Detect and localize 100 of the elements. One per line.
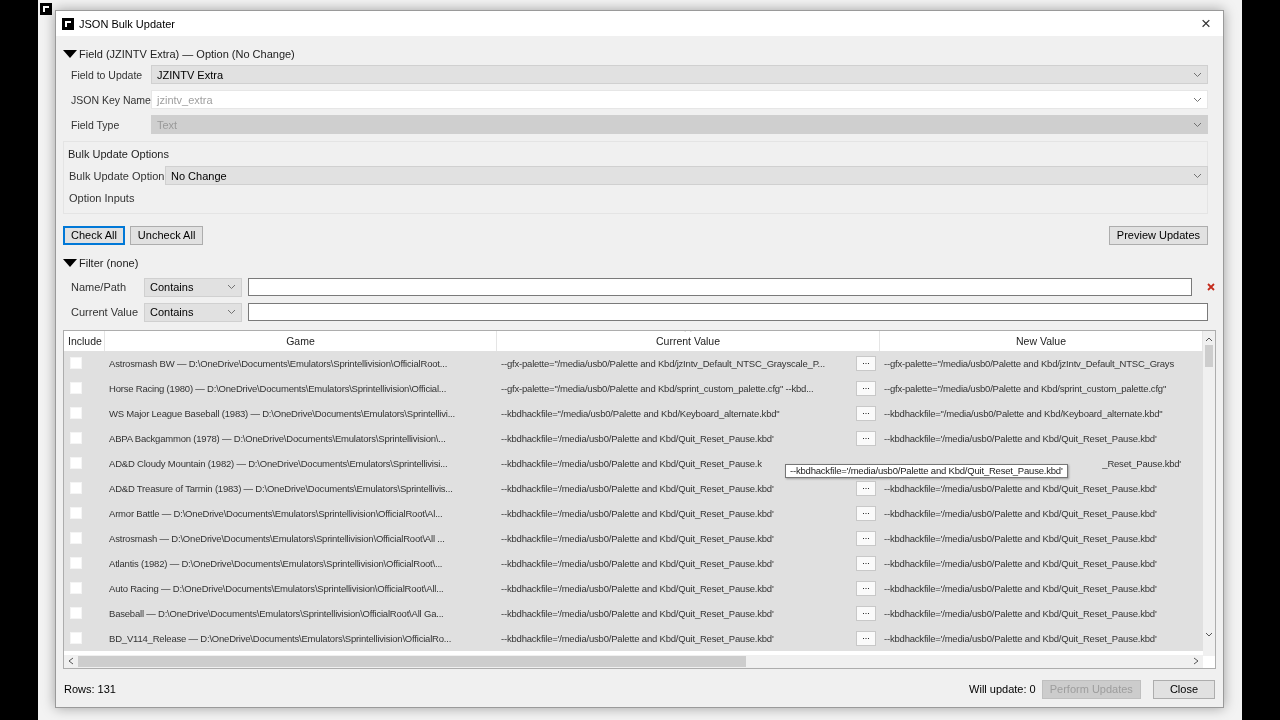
chevron-down-icon bbox=[1193, 121, 1202, 128]
game-cell: Astrosmash — D:\OneDrive\Documents\Emulators\Sprintellivision\OfficialRoot\All ... bbox=[109, 531, 445, 545]
edit-button[interactable]: ... bbox=[856, 405, 876, 421]
new-value-cell: --kbdhackfile='/media/usb0/Palette and Kbd/Quit_Reset_Pause.kbd' bbox=[884, 506, 1157, 520]
update-count: Will update: 0 bbox=[969, 683, 1036, 695]
include-checkbox[interactable] bbox=[70, 632, 82, 644]
new-value-cell: --gfx-palette="/media/usb0/Palette and Kbd/sprint_custom_palette.cfg" bbox=[884, 381, 1167, 395]
edit-button[interactable]: ... bbox=[856, 630, 876, 646]
field-label: Bulk Update Option bbox=[69, 169, 165, 182]
edit-button[interactable]: ... bbox=[856, 355, 876, 371]
edit-button[interactable]: ... bbox=[856, 505, 876, 521]
table-row[interactable] bbox=[64, 350, 1203, 376]
scroll-up-icon[interactable] bbox=[1205, 335, 1213, 342]
field-label: Field to Update bbox=[71, 68, 144, 81]
expanded-triangle-icon bbox=[63, 258, 77, 267]
include-checkbox[interactable] bbox=[70, 382, 82, 394]
current-value-cell: --kbdhackfile='/media/usb0/Palette and Kbd/Quit_Reset_Pause.kbd' bbox=[501, 481, 774, 495]
include-checkbox[interactable] bbox=[70, 457, 82, 469]
new-value-cell: --kbdhackfile='/media/usb0/Palette and Kbd/Quit_Reset_Pause.kbd' bbox=[884, 481, 1157, 495]
current-value-cell: --kbdhackfile='/media/usb0/Palette and Kbd/Quit_Reset_Pause.kbd' bbox=[501, 506, 774, 520]
clear-icon[interactable] bbox=[1207, 283, 1215, 291]
include-checkbox[interactable] bbox=[70, 482, 82, 494]
include-checkbox[interactable] bbox=[70, 582, 82, 594]
field-label: Option Inputs bbox=[69, 192, 135, 204]
edit-button[interactable]: ... bbox=[856, 380, 876, 396]
check-all-button[interactable]: Check All bbox=[63, 225, 125, 245]
scroll-down-icon[interactable] bbox=[1205, 631, 1213, 638]
dropdown[interactable]: JZINTV Extra bbox=[151, 65, 1208, 84]
new-value-cell: _Reset_Pause.kbd' bbox=[1102, 456, 1181, 470]
dropdown[interactable]: Contains bbox=[144, 302, 242, 322]
chevron-down-icon bbox=[1193, 71, 1202, 78]
new-value-cell: --kbdhackfile="/media/usb0/Palette and Kbd/Keyboard_alternate.kbd" bbox=[884, 406, 1163, 420]
filter-input[interactable] bbox=[248, 303, 1208, 321]
dropdown[interactable]: No Change bbox=[165, 166, 1208, 185]
current-value-cell: --gfx-palette="/media/usb0/Palette and Kbd/sprint_custom_palette.cfg" --kbd... bbox=[501, 381, 814, 395]
edit-button[interactable]: ... bbox=[856, 430, 876, 446]
section-header[interactable]: Filter (none) bbox=[63, 254, 1216, 271]
edit-button[interactable]: ... bbox=[856, 530, 876, 546]
edit-button[interactable]: ... bbox=[856, 605, 876, 621]
current-value-cell: --kbdhackfile='/media/usb0/Palette and Kbd/Quit_Reset_Pause.kbd' bbox=[501, 581, 774, 595]
filter-label: Current Value bbox=[71, 306, 138, 318]
new-value-cell: --gfx-palette="/media/usb0/Palette and Kbd/jzIntv_Default_NTSC_Grays bbox=[884, 356, 1174, 370]
field-label: JSON Key Name bbox=[71, 93, 151, 106]
current-value-cell: --kbdhackfile='/media/usb0/Palette and Kbd/Quit_Reset_Pause.kbd' bbox=[501, 556, 774, 570]
include-checkbox[interactable] bbox=[70, 407, 82, 419]
group-title: Bulk Update Options bbox=[67, 147, 170, 162]
game-cell: Horse Racing (1980) — D:\OneDrive\Documents\Emulators\Sprintellivision\Official... bbox=[109, 381, 447, 395]
app-logo-icon bbox=[62, 17, 74, 30]
new-value-cell: --kbdhackfile='/media/usb0/Palette and Kbd/Quit_Reset_Pause.kbd' bbox=[884, 556, 1157, 570]
game-cell: Atlantis (1982) — D:\OneDrive\Documents\Emulators\Sprintellivision\OfficialRoot\... bbox=[109, 556, 443, 570]
table-row[interactable] bbox=[64, 625, 1203, 651]
new-value-cell: --kbdhackfile='/media/usb0/Palette and Kbd/Quit_Reset_Pause.kbd' bbox=[884, 531, 1157, 545]
vertical-scrollbar[interactable] bbox=[1203, 330, 1215, 656]
game-cell: BD_V114_Release — D:\OneDrive\Documents\Emulators\Sprintellivision\OfficialRo... bbox=[109, 631, 452, 645]
edit-button[interactable]: ... bbox=[856, 580, 876, 596]
row-count: Rows: 131 bbox=[64, 683, 116, 695]
game-cell: ABPA Backgammon (1978) — D:\OneDrive\Documents\Emulators\Sprintellivision\... bbox=[109, 431, 446, 445]
close-button[interactable]: × bbox=[1195, 13, 1217, 34]
expanded-triangle-icon bbox=[63, 50, 77, 58]
current-value-cell: --kbdhackfile='/media/usb0/Palette and Kbd/Quit_Reset_Pause.k bbox=[501, 456, 762, 470]
edit-button[interactable]: ... bbox=[856, 480, 876, 496]
include-checkbox[interactable] bbox=[70, 507, 82, 519]
current-value-cell: --kbdhackfile='/media/usb0/Palette and Kbd/Quit_Reset_Pause.kbd' bbox=[501, 631, 774, 645]
scrollbar-thumb[interactable] bbox=[1205, 344, 1213, 367]
include-checkbox[interactable] bbox=[70, 532, 82, 544]
close-button[interactable]: Close bbox=[1152, 679, 1215, 699]
section-header[interactable]: Field (JZINTV Extra) — Option (No Change) bbox=[63, 46, 1216, 62]
preview-button[interactable]: Preview Updates bbox=[1108, 225, 1208, 245]
new-value-cell: --kbdhackfile='/media/usb0/Palette and Kbd/Quit_Reset_Pause.kbd' bbox=[884, 606, 1157, 620]
current-value-cell: --kbdhackfile="/media/usb0/Palette and Kbd/Keyboard_alternate.kbd" bbox=[501, 406, 780, 420]
game-cell: Auto Racing — D:\OneDrive\Documents\Emulators\Sprintellivision\OfficialRoot\All... bbox=[109, 581, 444, 595]
game-cell: Baseball — D:\OneDrive\Documents\Emulators\Sprintellivision\OfficialRoot\All Ga... bbox=[109, 606, 444, 620]
current-value-cell: --kbdhackfile='/media/usb0/Palette and Kbd/Quit_Reset_Pause.kbd' bbox=[501, 531, 774, 545]
uncheck-all-button[interactable]: Uncheck All bbox=[129, 225, 204, 245]
scroll-left-icon[interactable] bbox=[68, 657, 74, 665]
dialog-title: JSON Bulk Updater bbox=[79, 17, 175, 30]
chevron-down-icon bbox=[227, 309, 236, 315]
game-cell: AD&D Cloudy Mountain (1982) — D:\OneDrive\Documents\Emulators\Sprintellivisi... bbox=[109, 456, 448, 470]
game-cell: AD&D Treasure of Tarmin (1983) — D:\OneDrive\Documents\Emulators\Sprintellivis... bbox=[109, 481, 453, 495]
chevron-down-icon bbox=[1193, 96, 1202, 103]
new-value-cell: --kbdhackfile='/media/usb0/Palette and Kbd/Quit_Reset_Pause.kbd' bbox=[884, 631, 1157, 645]
game-cell: Astrosmash BW — D:\OneDrive\Documents\Emulators\Sprintellivision\OfficialRoot... bbox=[109, 356, 448, 370]
edit-button[interactable]: ... bbox=[856, 555, 876, 571]
include-checkbox[interactable] bbox=[70, 357, 82, 369]
current-value-cell: --gfx-palette="/media/usb0/Palette and Kbd/jzIntv_Default_NTSC_Grayscale_P... bbox=[501, 356, 825, 370]
dropdown[interactable]: Contains bbox=[144, 277, 242, 297]
horizontal-scrollbar[interactable] bbox=[64, 654, 1203, 668]
filter-label: Name/Path bbox=[71, 281, 128, 293]
filter-input[interactable] bbox=[248, 278, 1192, 296]
chevron-down-icon bbox=[1193, 172, 1202, 179]
game-cell: Armor Battle — D:\OneDrive\Documents\Emulators\Sprintellivision\OfficialRoot\Al... bbox=[109, 506, 443, 520]
include-checkbox[interactable] bbox=[70, 432, 82, 444]
current-value-cell: --kbdhackfile='/media/usb0/Palette and Kbd/Quit_Reset_Pause.kbd' bbox=[501, 606, 774, 620]
new-value-cell: --kbdhackfile='/media/usb0/Palette and Kbd/Quit_Reset_Pause.kbd' bbox=[884, 581, 1157, 595]
field-label: Field Type bbox=[71, 118, 121, 131]
chevron-down-icon bbox=[227, 284, 236, 290]
scroll-right-icon[interactable] bbox=[1193, 657, 1199, 665]
include-checkbox[interactable] bbox=[70, 557, 82, 569]
include-checkbox[interactable] bbox=[70, 607, 82, 619]
game-cell: WS Major League Baseball (1983) — D:\OneDrive\Documents\Emulators\Sprintellivi... bbox=[109, 406, 455, 420]
